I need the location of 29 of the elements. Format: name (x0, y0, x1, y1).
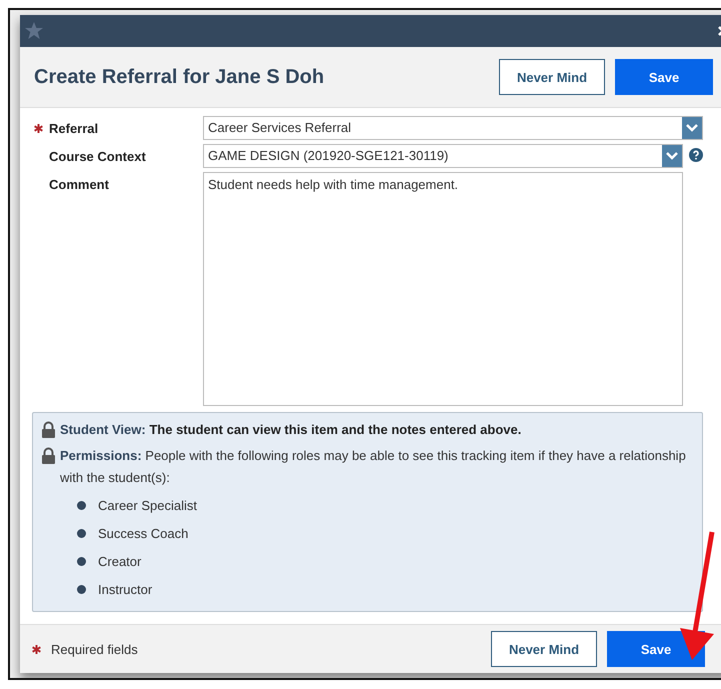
help-icon[interactable] (689, 148, 703, 162)
lock-icon (41, 447, 56, 464)
never-mind-button[interactable]: Never Mind (499, 59, 605, 95)
role-name: Career Specialist (98, 498, 197, 512)
role-name: Instructor (98, 582, 152, 596)
role-name: Creator (98, 554, 142, 568)
caret-icon (682, 117, 702, 139)
lock-icon (41, 421, 56, 438)
bullet-icon (77, 528, 86, 538)
role-name: Success Coach (98, 526, 188, 540)
bullet-icon (77, 584, 86, 594)
permissions-text: Permissions: People with the following roles may be able to see this tracking item if they have a relationship with the student(s): (60, 447, 687, 487)
never-mind-button[interactable]: Never Mind (491, 631, 597, 667)
dropdown[interactable]: GAME DESIGN (201920-SGE121-30119) (203, 144, 683, 168)
required-note: Required fields (51, 642, 138, 656)
field-label: Comment (49, 176, 109, 192)
save-button[interactable]: Save (615, 59, 713, 95)
required-icon (34, 124, 43, 132)
dialog-title: Create Referral for Jane S Doh (34, 66, 326, 88)
star-logo-icon (24, 21, 44, 41)
required-icon (32, 644, 41, 654)
student-view-text: Student View: The student can view this item and the notes entered above. (60, 421, 522, 439)
field-label: Referral (49, 120, 98, 136)
field-label: Course Context (49, 148, 146, 164)
dropdown[interactable]: Career Services Referral (203, 116, 703, 140)
bullet-icon (77, 500, 86, 510)
comment-field[interactable]: Student needs help with time management. (203, 172, 683, 406)
caret-icon (662, 145, 682, 167)
bullet-icon (77, 556, 86, 566)
